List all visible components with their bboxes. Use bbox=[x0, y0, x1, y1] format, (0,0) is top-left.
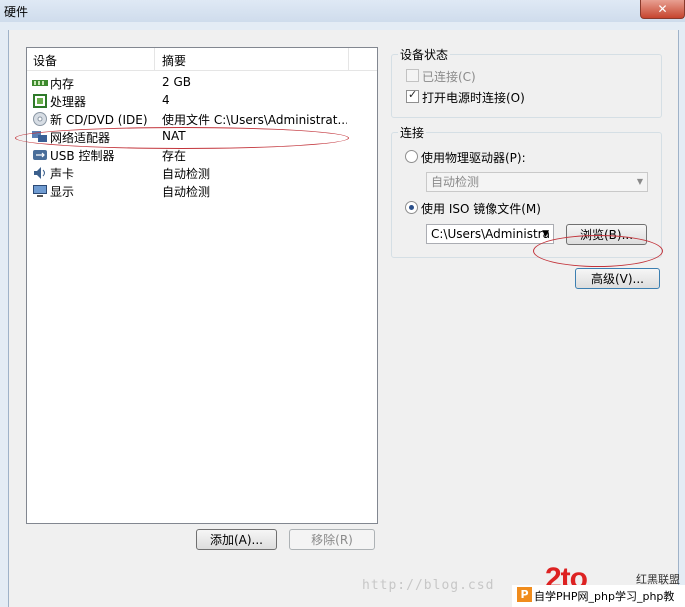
device-list-header: 设备 摘要 bbox=[27, 48, 377, 71]
device-name: 声卡 bbox=[50, 167, 75, 181]
add-button[interactable]: 添加(A)... bbox=[196, 529, 277, 550]
device-row-display[interactable]: 显示 自动检测 bbox=[27, 182, 377, 200]
device-status-group: 设备状态 已连接(C) 打开电源时连接(O) bbox=[391, 46, 662, 118]
device-name: 显示 bbox=[50, 185, 75, 199]
advanced-button[interactable]: 高级(V)... bbox=[575, 268, 660, 289]
iso-image-radio[interactable] bbox=[405, 201, 418, 214]
connection-title: 连接 bbox=[398, 124, 427, 141]
device-summary: 使用文件 C:\Users\Administrat... bbox=[162, 113, 347, 127]
connect-at-power-on-label: 打开电源时连接(O) bbox=[422, 91, 525, 105]
device-name: 新 CD/DVD (IDE) bbox=[50, 113, 148, 127]
display-icon bbox=[33, 185, 47, 197]
column-header-device[interactable]: 设备 bbox=[33, 52, 57, 69]
watermark-url: http://blog.csd bbox=[362, 578, 495, 593]
physical-drive-label: 使用物理驱动器(P): bbox=[421, 151, 526, 165]
column-divider[interactable] bbox=[154, 48, 155, 70]
device-summary: 2 GB bbox=[162, 75, 191, 89]
close-button[interactable]: ✕ bbox=[640, 0, 685, 19]
physical-drive-radio[interactable] bbox=[405, 150, 418, 163]
watermark-badge: P bbox=[517, 587, 532, 602]
annotation-ellipse-cd-dvd bbox=[15, 127, 349, 149]
device-name: 处理器 bbox=[50, 95, 87, 109]
usb-icon bbox=[33, 150, 47, 160]
title-bar: 硬件 ✕ bbox=[0, 0, 685, 22]
dialog-client-area: 设备 摘要 内存 2 GB 处理器 4 新 CD/DVD (IDE) 使用文件 … bbox=[8, 30, 679, 607]
close-icon: ✕ bbox=[657, 2, 668, 16]
device-row-cd-dvd[interactable]: 新 CD/DVD (IDE) 使用文件 C:\Users\Administrat… bbox=[27, 110, 377, 128]
device-name: USB 控制器 bbox=[50, 149, 115, 163]
device-summary: 自动检测 bbox=[162, 167, 211, 181]
device-row-memory[interactable]: 内存 2 GB bbox=[27, 74, 377, 92]
physical-drive-value: 自动检测 bbox=[431, 175, 480, 189]
processor-icon bbox=[33, 94, 47, 108]
connect-at-power-on-checkbox[interactable] bbox=[406, 88, 419, 103]
iso-image-label: 使用 ISO 镜像文件(M) bbox=[421, 202, 541, 216]
iso-path-value: C:\Users\Administra bbox=[431, 227, 550, 241]
watermark-caption: 自学PHP网_php学习_php教 bbox=[534, 590, 675, 603]
device-summary: 自动检测 bbox=[162, 185, 211, 199]
device-status-title: 设备状态 bbox=[398, 46, 451, 63]
chevron-down-icon: ▼ bbox=[636, 177, 643, 186]
device-summary: 4 bbox=[162, 93, 170, 107]
connected-checkbox[interactable] bbox=[406, 69, 419, 82]
column-divider[interactable] bbox=[348, 48, 349, 70]
device-row-sound-card[interactable]: 声卡 自动检测 bbox=[27, 164, 377, 182]
column-header-summary[interactable]: 摘要 bbox=[162, 52, 186, 69]
device-summary: 存在 bbox=[162, 149, 187, 163]
physical-drive-select[interactable]: 自动检测 ▼ bbox=[426, 172, 648, 192]
device-row-processor[interactable]: 处理器 4 bbox=[27, 92, 377, 110]
sound-card-icon bbox=[34, 167, 45, 179]
window-title: 硬件 bbox=[4, 5, 29, 19]
iso-path-combo[interactable]: C:\Users\Administra ▼ bbox=[426, 224, 554, 244]
annotation-ellipse-advanced bbox=[533, 235, 663, 267]
device-name: 内存 bbox=[50, 77, 75, 91]
connected-label: 已连接(C) bbox=[422, 70, 476, 84]
cd-dvd-icon bbox=[33, 112, 47, 126]
remove-button[interactable]: 移除(R) bbox=[289, 529, 375, 550]
memory-icon bbox=[32, 80, 48, 86]
device-list[interactable]: 设备 摘要 内存 2 GB 处理器 4 新 CD/DVD (IDE) 使用文件 … bbox=[15, 47, 378, 524]
